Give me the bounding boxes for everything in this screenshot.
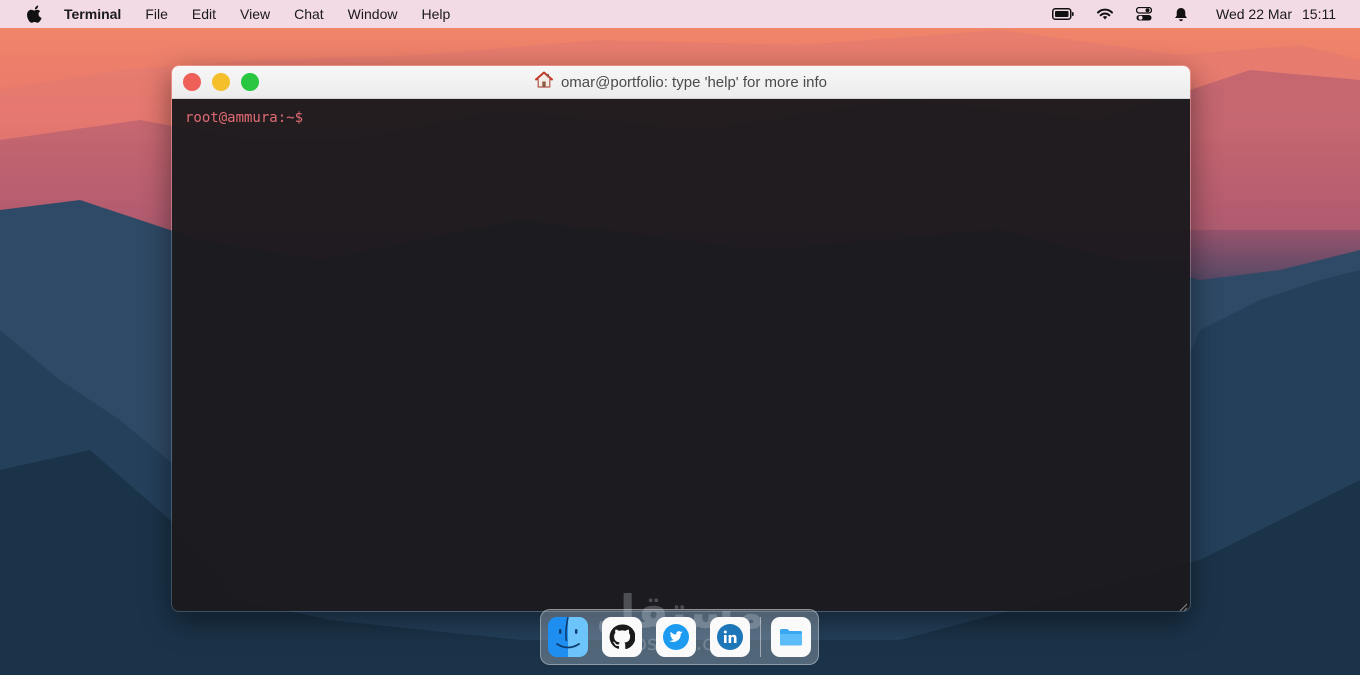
wifi-icon[interactable] [1096,7,1114,21]
resize-handle-icon[interactable] [1178,600,1188,611]
maximize-window-button[interactable] [241,73,259,91]
close-window-button[interactable] [183,73,201,91]
terminal-prompt: root@ammura:~$ [185,110,304,126]
notification-bell-icon[interactable] [1174,7,1188,22]
terminal-window[interactable]: omar@portfolio: type 'help' for more inf… [171,65,1191,612]
menu-chat[interactable]: Chat [294,6,324,22]
menu-app-name[interactable]: Terminal [64,6,121,22]
window-title: omar@portfolio: type 'help' for more inf… [172,66,1190,98]
menu-bar: Terminal File Edit View Chat Window Help… [0,0,1360,28]
window-title-text: omar@portfolio: type 'help' for more inf… [560,73,828,91]
terminal-titlebar[interactable]: omar@portfolio: type 'help' for more inf… [172,66,1190,99]
menu-window[interactable]: Window [348,6,398,22]
menu-view[interactable]: View [240,6,270,22]
github-icon[interactable] [602,617,642,657]
apple-logo-icon[interactable] [24,0,46,28]
folder-icon[interactable] [771,617,811,657]
dock-separator [760,617,761,657]
menu-edit[interactable]: Edit [192,6,216,22]
clock-date: Wed 22 Mar [1216,6,1292,22]
terminal-output-area[interactable]: root@ammura:~$ [172,99,1190,611]
clock-time: 15:11 [1302,6,1336,22]
linkedin-icon[interactable] [710,617,750,657]
dock [540,609,819,665]
menu-file[interactable]: File [145,6,168,22]
home-icon [534,71,553,93]
control-center-icon[interactable] [1136,7,1152,21]
menu-clock[interactable]: Wed 22 Mar 15:11 [1216,6,1336,22]
twitter-icon[interactable] [656,617,696,657]
battery-icon[interactable] [1052,8,1074,20]
minimize-window-button[interactable] [212,73,230,91]
finder-icon[interactable] [548,617,588,657]
menu-help[interactable]: Help [421,6,450,22]
